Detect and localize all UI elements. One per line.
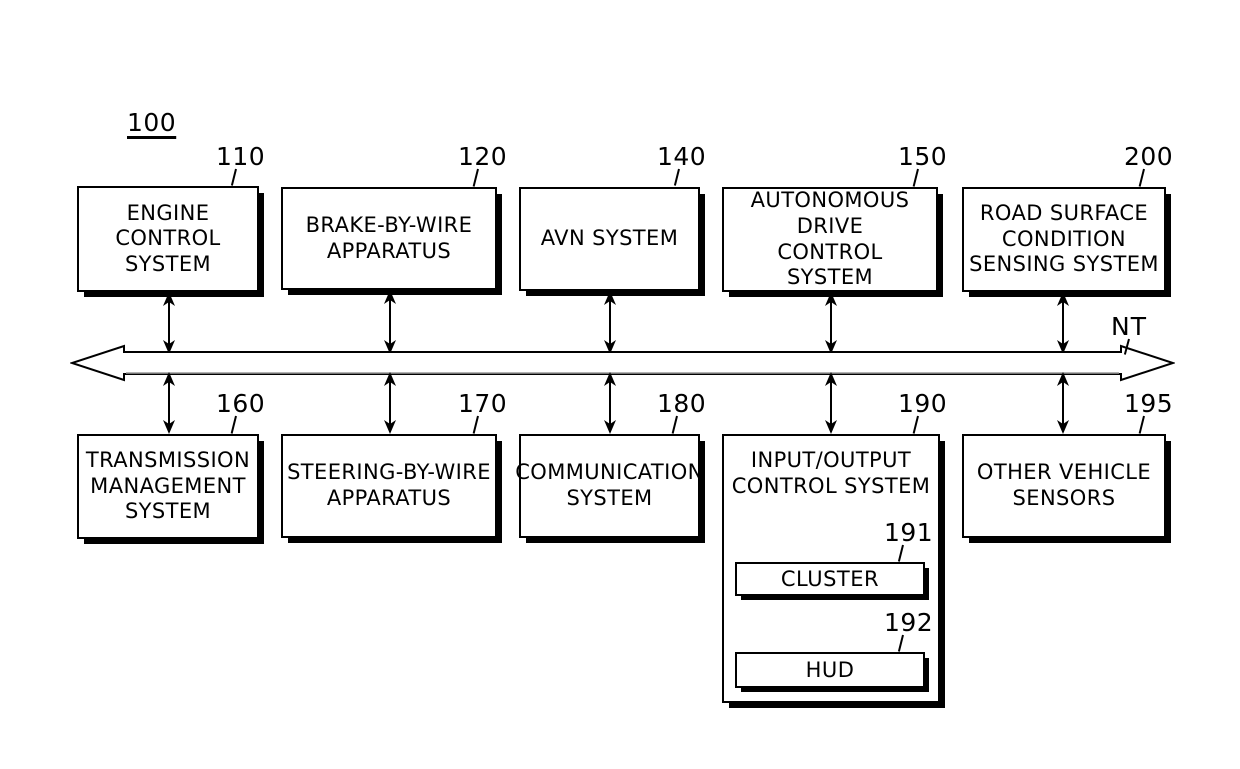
connector-arrow-bus-to-io-control [822, 372, 840, 434]
block-hud[interactable]: HUD [735, 652, 925, 688]
connector-arrow-bus-to-transmission [160, 372, 178, 434]
block-other-vehicle-sensors[interactable]: OTHER VEHICLE SENSORS [962, 434, 1166, 538]
ref-label-195: 195 [1124, 389, 1174, 418]
leader-line-150 [912, 168, 919, 187]
block-communication-system[interactable]: COMMUNICATION SYSTEM [515, 434, 703, 538]
leader-line-160 [230, 415, 237, 434]
block-cluster[interactable]: CLUSTER [735, 562, 925, 596]
ref-label-192: 192 [884, 608, 934, 637]
block-transmission-management-system[interactable]: TRANSMISSION MANAGEMENT SYSTEM [77, 434, 259, 539]
connector-arrow-bus-to-other-sensors [1054, 372, 1072, 434]
block-label: ROAD SURFACE CONDITION SENSING SYSTEM [969, 201, 1159, 277]
block-avn-system[interactable]: AVN SYSTEM [519, 187, 700, 291]
block-autonomous-drive-control-system[interactable]: AUTONOMOUS DRIVE CONTROL SYSTEM [722, 187, 938, 292]
block-label: STEERING-BY-WIRE APPARATUS [287, 460, 491, 510]
patent-block-diagram: 100 110 ENGINE CONTROL SYSTEM 120 BRAKE-… [0, 0, 1240, 769]
block-label: AVN SYSTEM [540, 226, 679, 251]
block-label: ENGINE CONTROL SYSTEM [115, 200, 221, 276]
block-label: BRAKE-BY-WIRE APPARATUS [305, 212, 473, 263]
block-label: HUD [805, 658, 855, 682]
ref-label-150: 150 [898, 142, 948, 171]
block-steering-by-wire-apparatus[interactable]: STEERING-BY-WIRE APPARATUS [281, 434, 497, 538]
block-engine-control-system[interactable]: ENGINE CONTROL SYSTEM [77, 186, 259, 292]
ref-label-190: 190 [898, 389, 948, 418]
leader-line-190 [912, 415, 919, 434]
ref-label-180: 180 [657, 389, 707, 418]
block-label: AUTONOMOUS DRIVE CONTROL SYSTEM [750, 188, 910, 290]
leader-line-195 [1138, 415, 1145, 434]
ref-label-200: 200 [1124, 142, 1174, 171]
leader-line-170 [472, 415, 479, 434]
network-bus-arrow [70, 344, 1175, 382]
leader-line-200 [1138, 168, 1145, 187]
block-road-surface-condition-sensing-system[interactable]: ROAD SURFACE CONDITION SENSING SYSTEM [962, 187, 1166, 292]
leader-line-110 [230, 168, 237, 186]
block-label: CLUSTER [780, 567, 880, 591]
connector-arrow-bus-to-communication [601, 372, 619, 434]
block-label: INPUT/OUTPUT CONTROL SYSTEM [731, 448, 931, 498]
ref-label-140: 140 [657, 142, 707, 171]
block-label: TRANSMISSION MANAGEMENT SYSTEM [85, 448, 251, 524]
leader-line-180 [671, 415, 678, 434]
block-brake-by-wire-apparatus[interactable]: BRAKE-BY-WIRE APPARATUS [281, 187, 497, 290]
block-label: COMMUNICATION SYSTEM [515, 460, 704, 510]
network-label-nt: NT [1111, 312, 1147, 341]
ref-label-191: 191 [884, 518, 934, 547]
ref-label-110: 110 [216, 142, 266, 171]
leader-line-140 [673, 168, 680, 186]
system-reference-100: 100 [127, 108, 177, 137]
block-label: OTHER VEHICLE SENSORS [976, 460, 1152, 510]
ref-label-160: 160 [216, 389, 266, 418]
connector-arrow-bus-to-steering [381, 372, 399, 434]
ref-label-170: 170 [458, 389, 508, 418]
leader-line-120 [472, 168, 479, 187]
ref-label-120: 120 [458, 142, 508, 171]
